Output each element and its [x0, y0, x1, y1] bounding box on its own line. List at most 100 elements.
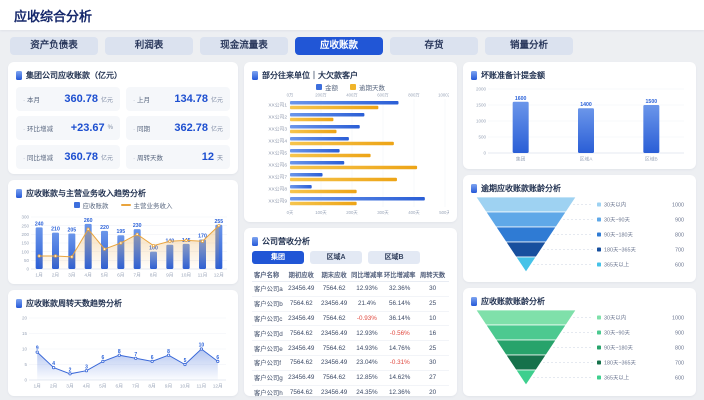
table-row: 客户公司a23456.497564.6212.93%32.36%30: [252, 282, 449, 297]
nav-tab-5[interactable]: 销量分析: [485, 37, 573, 55]
svg-text:250: 250: [21, 223, 29, 228]
table-cell: 23456.49: [285, 341, 318, 356]
svg-text:7月: 7月: [132, 384, 139, 390]
table-cell: 客户公司c: [252, 311, 285, 326]
trend-panel: 应收账款与主营业务收入趋势分析 应收账款 主营业务收入 050100150200…: [8, 180, 238, 284]
trend-combo-chart: 0501001502002503001月2月3月4月5月6月7月8月9月10月1…: [16, 209, 230, 278]
svg-text:5月: 5月: [99, 384, 106, 390]
svg-text:4月: 4月: [83, 384, 90, 390]
kpi-unit: 亿元: [101, 95, 113, 104]
nav-tab-1[interactable]: 利润表: [105, 37, 193, 55]
svg-text:600: 600: [675, 375, 684, 381]
debtors-hbar-chart: 0万200万400万600万800万1000万0天100天200天300天400…: [252, 91, 449, 216]
svg-text:30天~90天: 30天~90天: [604, 216, 631, 223]
svg-text:9月: 9月: [166, 273, 173, 279]
svg-text:1月: 1月: [33, 384, 40, 390]
kpi-item-0: 本月360.78亿元: [16, 87, 120, 111]
svg-text:200: 200: [21, 232, 29, 237]
svg-text:900: 900: [675, 330, 684, 336]
table-cell: 12.36%: [383, 385, 416, 399]
svg-text:500天: 500天: [439, 210, 449, 216]
svg-text:3月: 3月: [68, 273, 75, 279]
nav-tab-2[interactable]: 现金流量表: [200, 37, 288, 55]
svg-text:700: 700: [675, 247, 684, 253]
table-row: 客户公司g23456.497564.6212.85%14.62%27: [252, 370, 449, 385]
table-cell: 7564.62: [318, 370, 351, 385]
svg-text:90天~180天: 90天~180天: [604, 231, 634, 238]
bookmark-icon: [16, 189, 22, 198]
kpi-label: 同期: [133, 123, 150, 133]
kpi-unit: 天: [217, 153, 223, 162]
nav-tab-4[interactable]: 存货: [390, 37, 478, 55]
nav-tab-0[interactable]: 资产负债表: [10, 37, 98, 55]
kpi-value: 360.78: [64, 93, 98, 105]
table-cell: 14.62%: [383, 370, 416, 385]
svg-text:200天: 200天: [346, 210, 358, 216]
table-cell: 12.93%: [350, 282, 383, 297]
provision-panel: 坏账准备计提金额 0500100015002000集团区域A区域B1600140…: [463, 62, 696, 169]
revenue-table-head: 客户名称期初应收期末应收同比增减率环比增减率周转天数: [252, 267, 449, 282]
svg-text:0万: 0万: [287, 93, 294, 99]
table-cell: 7564.62: [285, 296, 318, 311]
svg-text:500: 500: [478, 135, 486, 140]
table-row: 客户公司e23456.497564.6214.93%14.76%25: [252, 341, 449, 356]
svg-text:集团: 集团: [516, 156, 526, 163]
table-cell: 7564.62: [285, 326, 318, 341]
svg-text:200万: 200万: [315, 93, 327, 99]
table-cell: 16: [416, 326, 449, 341]
svg-text:10月: 10月: [180, 384, 190, 390]
svg-text:7月: 7月: [133, 273, 140, 279]
svg-text:30天~90天: 30天~90天: [604, 329, 631, 336]
dashboard: 应收综合分析 资产负债表利润表现金流量表应收账款存货销量分析 集团公司应收账款（…: [0, 0, 704, 400]
table-row: 客户公司b7564.6223456.4921.4%56.14%25: [252, 296, 449, 311]
middle-column: 部分往来单位｜大欠款客户 金额 逾期天数 0万200万400万600万800万1…: [244, 62, 457, 396]
svg-text:180天~365天: 180天~365天: [604, 359, 637, 366]
svg-text:260: 260: [84, 218, 93, 224]
trend-panel-title: 应收账款与主营业务收入趋势分析: [26, 188, 146, 199]
bookmark-icon: [252, 237, 258, 246]
svg-text:XX公司1: XX公司1: [268, 103, 287, 109]
overdue-funnel-title: 逾期应收账款账龄分析: [481, 183, 561, 194]
table-cell: 23456.49: [318, 296, 351, 311]
region-tab-1[interactable]: 区域A: [310, 251, 362, 264]
table-header-cell: 期末应收: [318, 267, 351, 282]
svg-text:1400: 1400: [580, 102, 592, 108]
svg-text:800: 800: [675, 232, 684, 238]
region-tab-2[interactable]: 区域B: [368, 251, 420, 264]
kpi-item-1: 上月134.78亿元: [126, 87, 230, 111]
kpi-unit: 亿元: [211, 124, 223, 133]
svg-text:1600: 1600: [515, 96, 527, 102]
table-header-cell: 同比增减率: [350, 267, 383, 282]
svg-text:6: 6: [151, 355, 154, 361]
table-header-cell: 周转天数: [416, 267, 449, 282]
revenue-panel-title: 公司营收分析: [262, 236, 310, 247]
region-tab-0[interactable]: 集团: [252, 251, 304, 264]
svg-text:700: 700: [675, 360, 684, 366]
svg-text:100: 100: [21, 249, 29, 254]
legend-item-receivables: 应收账款: [74, 200, 109, 210]
svg-text:1月: 1月: [35, 273, 42, 279]
nav-tab-3[interactable]: 应收账款: [295, 37, 383, 55]
svg-text:4月: 4月: [84, 273, 91, 279]
svg-text:800: 800: [675, 345, 684, 351]
kpi-label: 同比增减: [23, 152, 53, 162]
svg-text:400万: 400万: [346, 93, 358, 99]
kpi-label: 上月: [133, 94, 150, 104]
table-cell: 25: [416, 296, 449, 311]
table-cell: 客户公司d: [252, 326, 285, 341]
svg-text:0: 0: [483, 151, 486, 156]
kpi-item-3: 同期362.78亿元: [126, 116, 230, 140]
legend-label: 主营业务收入: [134, 200, 173, 210]
kpi-unit: %: [108, 125, 113, 131]
svg-text:210: 210: [51, 227, 60, 233]
table-row: 客户公司f7564.6223456.4923.04%-0.31%30: [252, 355, 449, 370]
svg-text:6: 6: [216, 355, 219, 361]
overdue-funnel-header: 逾期应收账款账龄分析: [471, 182, 688, 194]
svg-text:6月: 6月: [116, 384, 123, 390]
legend-item-overdue-days: 逾期天数: [350, 82, 385, 92]
kpi-panel-header: 集团公司应收账款（亿元）: [16, 69, 230, 81]
table-cell: 7564.62: [318, 311, 351, 326]
turnover-line-chart: 051015201月2月3月4月5月6月7月8月9月10月11月12月94236…: [16, 309, 230, 389]
turnover-panel-header: 应收账款周转天数趋势分析: [16, 297, 230, 309]
table-header-cell: 环比增减率: [383, 267, 416, 282]
